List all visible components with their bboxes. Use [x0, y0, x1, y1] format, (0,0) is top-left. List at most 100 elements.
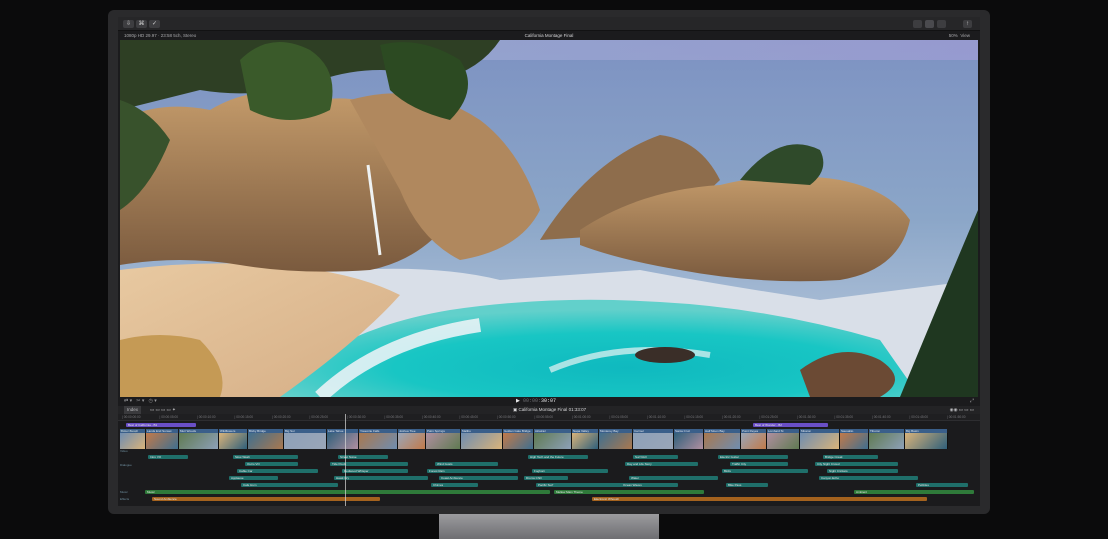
- timeline-view-icon[interactable]: ◉◉ ▭ ▭ ▭: [950, 406, 974, 414]
- music-clip[interactable]: Ambient: [854, 490, 974, 494]
- audio-clip[interactable]: Surf Roll: [633, 455, 678, 459]
- track-label: Effects: [120, 497, 130, 501]
- audio-clip[interactable]: Canyon Echo: [819, 476, 918, 480]
- play-icon[interactable]: ▶: [516, 397, 520, 406]
- view-menu[interactable]: View: [960, 33, 970, 38]
- video-clip[interactable]: [146, 433, 179, 449]
- audio-clip[interactable]: Slow Wash: [233, 455, 298, 459]
- audio-clip[interactable]: Outro VO: [245, 462, 298, 466]
- audio-clip[interactable]: Forest Rain: [427, 469, 518, 473]
- library-icon[interactable]: ⇩: [123, 20, 134, 28]
- video-clip[interactable]: [398, 433, 426, 449]
- transport-bar: ⇄ ▾ ✂ ▾ ◷ ▾ ▶ 00:00:30:07 ⤢: [118, 397, 980, 406]
- video-clip[interactable]: [704, 433, 741, 449]
- video-clip[interactable]: [359, 433, 398, 449]
- check-icon[interactable]: ✓: [149, 20, 160, 28]
- audio-clip[interactable]: Drums Chill: [524, 476, 568, 480]
- top-toolbar: ⇩ ⌘ ✓ ↑: [118, 17, 980, 31]
- audio-clip[interactable]: Water: [629, 476, 718, 480]
- ruler-tick: | 00:01:35:00: [834, 415, 854, 419]
- video-clip[interactable]: [248, 433, 284, 449]
- browser-toggle-icon[interactable]: [913, 20, 922, 28]
- video-clip[interactable]: [503, 433, 534, 449]
- edit-tools-icon[interactable]: ▭ ▭ ▭ ▭ ✦: [150, 406, 176, 414]
- video-clip[interactable]: [572, 433, 599, 449]
- viewer-frame[interactable]: [120, 40, 978, 397]
- track-label: Music: [120, 490, 128, 494]
- ruler-tick: | 00:01:10:00: [647, 415, 666, 419]
- audio-clip[interactable]: Electric Guitar: [718, 455, 788, 459]
- audio-clip[interactable]: Bridge Creak: [823, 455, 878, 459]
- audio-clip[interactable]: Coast Ambience: [439, 476, 518, 480]
- ruler-tick: | 00:00:15:00: [234, 415, 254, 419]
- ruler-tick: | 00:00:20:00: [272, 415, 291, 419]
- viewer-controls: 50% View: [949, 32, 970, 40]
- ruler-tick: | 00:01:50:00: [947, 415, 966, 419]
- audio-clip[interactable]: Redwood Whisper: [342, 469, 408, 473]
- timeline-ruler[interactable]: | 00:00:00:00 | 00:00:05:00 | 00:00:10:00 |…: [118, 414, 980, 421]
- video-clip[interactable]: [599, 433, 633, 449]
- track-label: Title Overlay: [120, 429, 137, 433]
- video-clip[interactable]: [219, 433, 248, 449]
- video-clip[interactable]: [869, 433, 905, 449]
- video-clip[interactable]: [767, 433, 800, 449]
- video-clip[interactable]: [426, 433, 461, 449]
- key-icon[interactable]: ⌘: [136, 20, 147, 28]
- video-clip[interactable]: [840, 433, 869, 449]
- ruler-tick: | 00:00:35:00: [384, 415, 404, 419]
- audio-clip[interactable]: Pebbles: [916, 483, 968, 487]
- audio-clip[interactable]: Tide Pools: [330, 462, 408, 466]
- audio-clip[interactable]: Pacific Surf: [536, 483, 628, 487]
- ruler-tick: | 00:00:50:00: [497, 415, 516, 419]
- audio-clip[interactable]: Day and Life Story: [625, 462, 698, 466]
- index-button[interactable]: Index: [124, 406, 142, 414]
- ruler-tick: | 00:01:00:00: [572, 415, 591, 419]
- ruler-tick: | 00:00:40:00: [422, 415, 441, 419]
- project-title: California Montage Final: [524, 33, 574, 38]
- audio-clip[interactable]: Ocean Waves: [621, 483, 678, 487]
- music-clip[interactable]: Mellow Main Theme: [554, 490, 704, 494]
- app-window: ⇩ ⌘ ✓ ↑ 1080p HD 29.97 · 23:58 5ch, Ster…: [118, 17, 980, 506]
- video-clip[interactable]: [633, 433, 674, 449]
- video-clip[interactable]: [741, 433, 767, 449]
- share-icon[interactable]: ↑: [963, 20, 972, 28]
- zoom-menu[interactable]: 50%: [949, 33, 958, 38]
- video-clip[interactable]: [179, 433, 219, 449]
- ruler-tick: | 00:01:05:00: [609, 415, 629, 419]
- inspector-toggle-icon[interactable]: [937, 20, 946, 28]
- video-clip[interactable]: [674, 433, 704, 449]
- video-clip[interactable]: [461, 433, 503, 449]
- video-clip[interactable]: [327, 433, 359, 449]
- timeline-toggle-icon[interactable]: [925, 20, 934, 28]
- audio-clip[interactable]: Cafe Hum: [241, 483, 338, 487]
- audio-clip[interactable]: Traffic City: [730, 462, 788, 466]
- audio-clip[interactable]: Applause: [229, 476, 278, 480]
- video-clip[interactable]: [800, 433, 840, 449]
- audio-clip[interactable]: Hawk Cry: [334, 476, 428, 480]
- audio-clip[interactable]: City Night Crowd: [815, 462, 898, 466]
- effects-clip[interactable]: Electronic Whoosh: [592, 497, 927, 501]
- audio-clip[interactable]: Foghorn: [532, 469, 608, 473]
- video-clip[interactable]: [120, 433, 146, 449]
- playhead[interactable]: [345, 414, 346, 506]
- timeline-title: ▣ California Montage Final 01:33:07: [513, 407, 587, 412]
- audio-clip[interactable]: Bike Pass: [726, 483, 768, 487]
- audio-clip[interactable]: High Tech and the Future: [528, 455, 588, 459]
- timeline-tracks[interactable]: Best of California - B1 Best of Wonder -…: [118, 421, 980, 506]
- audio-clip[interactable]: Wind Gusts: [435, 462, 498, 466]
- audio-clip[interactable]: Night Crickets: [827, 469, 898, 473]
- audio-clip[interactable]: Cable Car: [237, 469, 318, 473]
- title-clip[interactable]: Best of California - B1: [126, 423, 196, 427]
- ruler-tick: | 00:00:10:00: [197, 415, 216, 419]
- fullscreen-icon[interactable]: ⤢: [970, 397, 974, 406]
- playback-options-icon[interactable]: ⇄ ▾ ✂ ▾ ◷ ▾: [124, 397, 157, 406]
- video-clip[interactable]: [534, 433, 572, 449]
- ruler-tick: | 00:00:05:00: [159, 415, 179, 419]
- title-clip[interactable]: Best of Wonder - B2: [753, 423, 828, 427]
- audio-clip[interactable]: Intro VO: [148, 455, 188, 459]
- video-clip[interactable]: [905, 433, 948, 449]
- music-clip[interactable]: Music: [145, 490, 550, 494]
- audio-clip[interactable]: Chimes: [431, 483, 478, 487]
- video-clip[interactable]: [284, 433, 327, 449]
- audio-clip[interactable]: Birds: [722, 469, 808, 473]
